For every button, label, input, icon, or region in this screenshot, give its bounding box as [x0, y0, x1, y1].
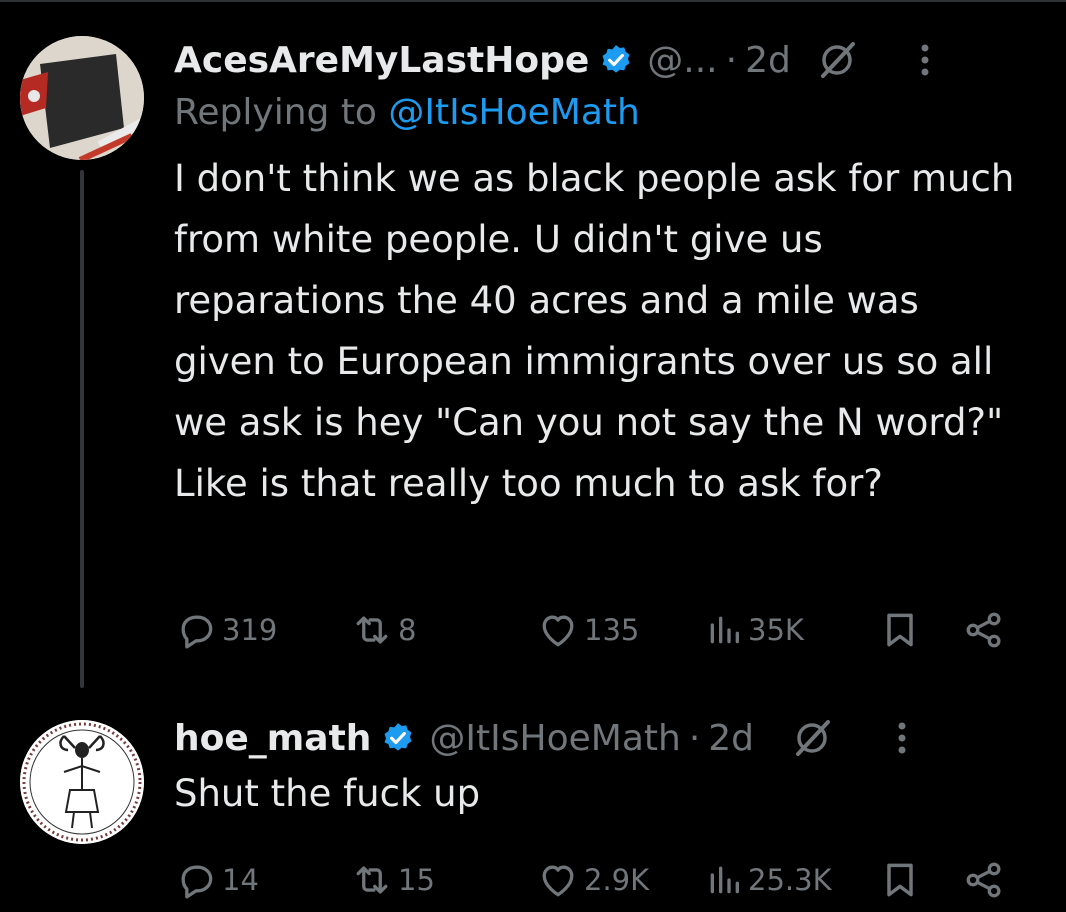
share-button[interactable]	[962, 858, 1006, 902]
views-count: 25.3K	[748, 863, 832, 897]
timestamp[interactable]: 2d	[708, 718, 754, 759]
action-bar: 319 8 135 35K	[174, 608, 1024, 652]
more-dots-icon[interactable]	[896, 718, 908, 758]
reply-button[interactable]: 14	[174, 858, 259, 902]
verified-badge-icon	[381, 721, 415, 755]
grok-icon[interactable]	[792, 718, 832, 758]
views-bars-icon	[710, 866, 739, 894]
share-icon	[966, 612, 1001, 648]
bookmark-button[interactable]	[878, 858, 922, 902]
replying-to: Replying to @ItIsHoeMath	[174, 92, 1046, 138]
verified-badge-icon	[599, 43, 633, 77]
share-icon	[966, 862, 1001, 898]
views-count: 35K	[748, 613, 804, 647]
like-count: 2.9K	[584, 863, 650, 897]
heart-icon	[542, 865, 574, 897]
like-button[interactable]: 2.9K	[536, 858, 649, 902]
avatar[interactable]	[20, 36, 144, 160]
reply-count: 319	[222, 613, 278, 647]
more-dots-icon[interactable]	[919, 40, 931, 80]
share-button[interactable]	[962, 608, 1006, 652]
separator-dot: ·	[688, 717, 701, 759]
handle[interactable]: @ItIsHoeMath	[429, 718, 680, 759]
display-name[interactable]: hoe_math	[174, 718, 371, 759]
reply-bubble-icon	[181, 615, 213, 649]
like-count: 135	[584, 613, 640, 647]
reply-bubble-icon	[181, 865, 213, 899]
reply-button[interactable]: 319	[174, 608, 277, 652]
repost-count: 8	[398, 613, 417, 647]
like-button[interactable]: 135	[536, 608, 639, 652]
views-bars-icon	[710, 616, 739, 644]
repost-icon	[356, 616, 388, 644]
repost-button[interactable]: 8	[350, 608, 416, 652]
repost-icon	[356, 866, 388, 894]
thread-connector	[80, 170, 84, 688]
views-button[interactable]: 35K	[704, 608, 804, 652]
separator-dot: ·	[725, 39, 738, 81]
tweet-aces[interactable]: AcesAreMyLastHope @... · 2d Replying to …	[0, 30, 1066, 690]
tweet-text: Shut the fuck up	[174, 772, 481, 815]
views-button[interactable]: 25.3K	[704, 858, 832, 902]
tweet-hoe-math[interactable]: hoe_math @ItIsHoeMath · 2d Shut the fuck…	[0, 708, 1066, 912]
grok-icon[interactable]	[817, 40, 857, 80]
tweet-text: I don't think we as black people ask for…	[174, 157, 1015, 505]
bookmark-button[interactable]	[878, 608, 922, 652]
display-name[interactable]: AcesAreMyLastHope	[174, 40, 589, 81]
action-bar: 14 15 2.9K 25.3K	[174, 858, 1024, 902]
repost-count: 15	[398, 863, 435, 897]
top-divider	[0, 0, 1066, 2]
handle[interactable]: @...	[647, 40, 717, 81]
replying-mention-link[interactable]: @ItIsHoeMath	[388, 92, 639, 133]
repost-button[interactable]: 15	[350, 858, 435, 902]
bookmark-icon	[887, 863, 913, 897]
avatar[interactable]	[20, 720, 144, 844]
reply-count: 14	[222, 863, 259, 897]
replying-prefix: Replying to	[174, 92, 389, 133]
heart-icon	[542, 615, 574, 647]
timestamp[interactable]: 2d	[745, 40, 791, 81]
bookmark-icon	[887, 613, 913, 647]
